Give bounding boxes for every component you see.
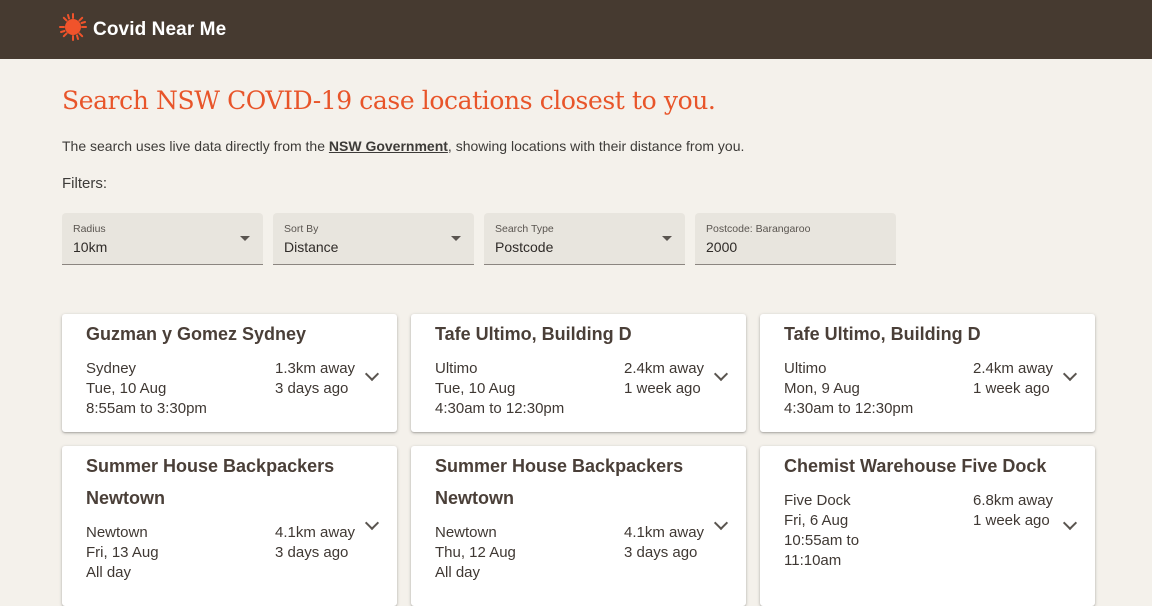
postcode-input[interactable]: Postcode: Barangaroo 2000: [695, 213, 896, 265]
card-ago: 1 week ago: [973, 512, 1050, 529]
card-ago: 3 days ago: [275, 544, 349, 561]
card-distance: 2.4km away: [973, 360, 1054, 377]
field-value: Postcode: [495, 239, 554, 255]
filters-label: Filters:: [62, 175, 107, 192]
field-label: Radius: [73, 223, 106, 235]
card-title: Summer House Backpackers Newtown: [435, 456, 684, 508]
page-title: Search NSW COVID-19 case locations close…: [62, 86, 716, 115]
card-title: Tafe Ultimo, Building D: [784, 324, 981, 344]
sort-by-select[interactable]: Sort By Distance: [273, 213, 474, 265]
card-time: 8:55am to 3:30pm: [86, 400, 207, 417]
field-value: 2000: [706, 239, 738, 255]
location-card[interactable]: Guzman y Gomez Sydney Sydney Tue, 10 Aug…: [62, 314, 397, 432]
card-distance: 4.1km away: [275, 524, 356, 541]
card-date: Mon, 9 Aug: [784, 380, 860, 397]
card-ago: 1 week ago: [624, 380, 701, 397]
filters-bar: Radius 10km Sort By Distance Search Type…: [62, 213, 896, 265]
card-time: 4:30am to 12:30pm: [784, 400, 914, 417]
card-time: All day: [435, 564, 481, 581]
card-date: Fri, 6 Aug: [784, 512, 849, 529]
caret-down-icon: [662, 236, 672, 241]
search-type-select[interactable]: Search Type Postcode: [484, 213, 685, 265]
radius-select[interactable]: Radius 10km: [62, 213, 263, 265]
card-suburb: Newtown: [435, 524, 497, 541]
intro-text: The search uses live data directly from …: [62, 138, 744, 154]
card-date: Tue, 10 Aug: [86, 380, 167, 397]
card-distance: 4.1km away: [624, 524, 705, 541]
field-label: Postcode: Barangaroo: [706, 223, 811, 235]
field-value: 10km: [73, 239, 108, 255]
card-time: 4:30am to 12:30pm: [435, 400, 565, 417]
location-card[interactable]: Summer House Backpackers Newtown Newtown…: [411, 446, 746, 606]
nsw-government-link[interactable]: NSW Government: [329, 138, 448, 154]
intro-after: , showing locations with their distance …: [447, 138, 745, 154]
card-suburb: Newtown: [86, 524, 148, 541]
card-distance: 6.8km away: [973, 492, 1054, 509]
card-suburb: Ultimo: [435, 360, 478, 377]
card-ago: 1 week ago: [973, 380, 1050, 397]
card-title: Guzman y Gomez Sydney: [86, 324, 307, 344]
field-value: Distance: [284, 239, 339, 255]
location-card[interactable]: Tafe Ultimo, Building D Ultimo Tue, 10 A…: [411, 314, 746, 432]
card-distance: 1.3km away: [275, 360, 356, 377]
card-time: All day: [86, 564, 132, 581]
card-suburb: Five Dock: [784, 492, 851, 509]
card-date: Tue, 10 Aug: [435, 380, 516, 397]
card-ago: 3 days ago: [275, 380, 349, 397]
location-card[interactable]: Chemist Warehouse Five Dock Five Dock Fr…: [760, 446, 1095, 606]
card-title: Chemist Warehouse Five Dock: [784, 456, 1047, 476]
card-suburb: Sydney: [86, 360, 137, 377]
card-ago: 3 days ago: [624, 544, 698, 561]
location-card[interactable]: Tafe Ultimo, Building D Ultimo Mon, 9 Au…: [760, 314, 1095, 432]
card-date: Fri, 13 Aug: [86, 544, 159, 561]
card-time: 10:55am to 11:10am: [784, 532, 860, 569]
card-distance: 2.4km away: [624, 360, 705, 377]
caret-down-icon: [240, 236, 250, 241]
location-cards: Guzman y Gomez Sydney Sydney Tue, 10 Aug…: [62, 314, 1095, 606]
caret-down-icon: [451, 236, 461, 241]
card-date: Thu, 12 Aug: [435, 544, 516, 561]
intro-before: The search uses live data directly from …: [62, 138, 329, 154]
field-label: Sort By: [284, 223, 319, 235]
card-suburb: Ultimo: [784, 360, 827, 377]
card-title: Summer House Backpackers Newtown: [86, 456, 335, 508]
field-label: Search Type: [495, 223, 554, 235]
card-title: Tafe Ultimo, Building D: [435, 324, 632, 344]
location-card[interactable]: Summer House Backpackers Newtown Newtown…: [62, 446, 397, 606]
